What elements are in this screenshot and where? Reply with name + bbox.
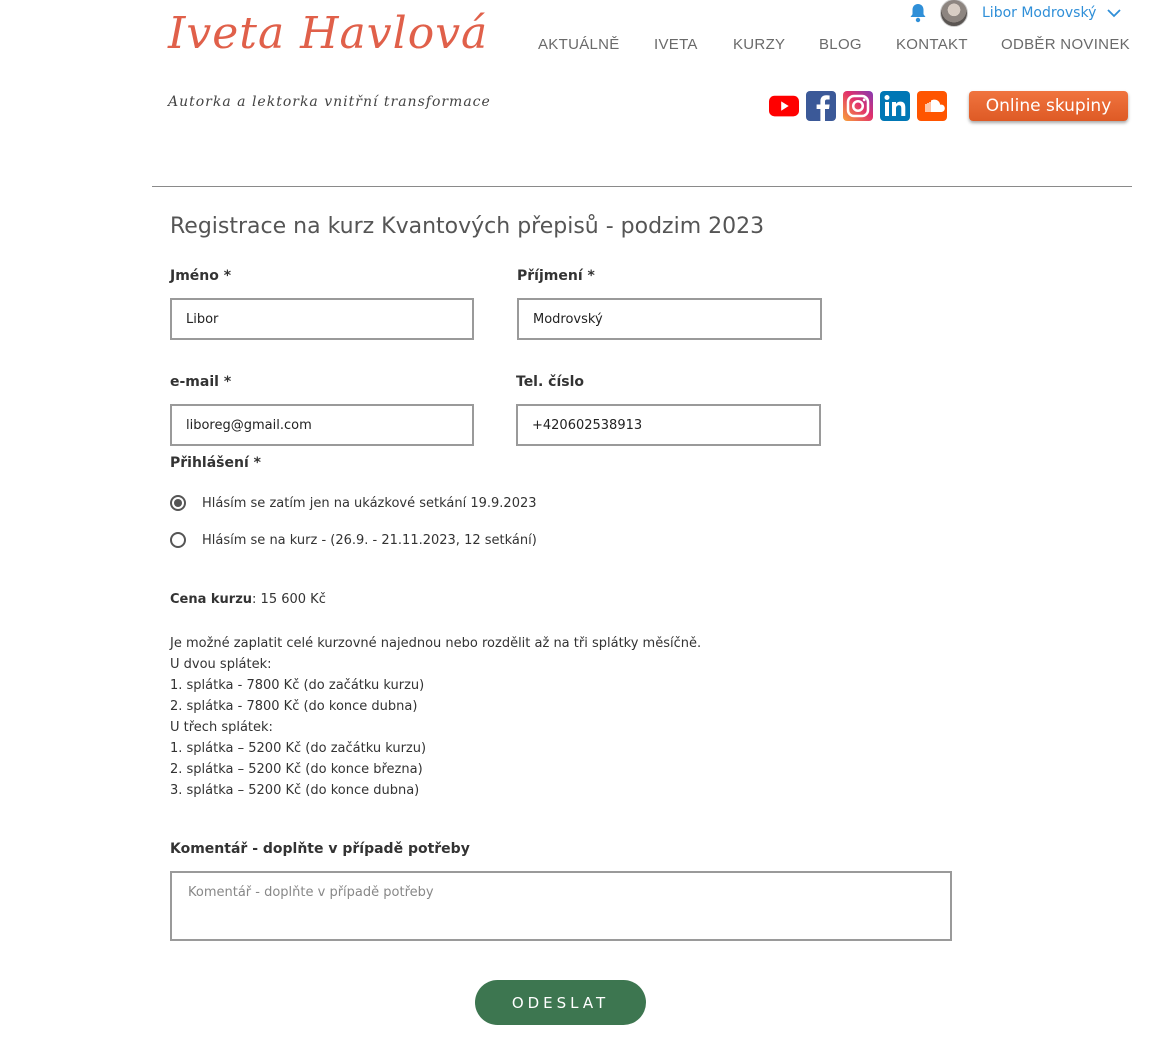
facebook-icon[interactable] [806, 91, 836, 121]
last-name-label: Příjmení * [517, 268, 595, 284]
info-line: 2. splátka – 5200 Kč (do konce března) [170, 762, 423, 777]
nav-item-blog[interactable]: BLOG [819, 36, 862, 53]
chevron-down-icon[interactable] [1106, 5, 1122, 21]
signup-label: Přihlášení * [170, 455, 261, 471]
bell-icon[interactable] [908, 1, 928, 25]
nav-item-kontakt[interactable]: KONTAKT [896, 36, 968, 53]
page-title: Registrace na kurz Kvantových přepisů - … [170, 214, 765, 239]
nav-item-aktualne[interactable]: AKTUÁLNĚ [538, 36, 620, 53]
info-line: 2. splátka - 7800 Kč (do konce dubna) [170, 699, 418, 714]
info-line: 1. splátka - 7800 Kč (do začátku kurzu) [170, 678, 425, 693]
last-name-field[interactable] [517, 298, 822, 340]
signup-option-course[interactable]: Hlásím se na kurz - (26.9. - 21.11.2023,… [170, 529, 537, 551]
soundcloud-icon[interactable] [917, 91, 947, 121]
payment-info: Je možné zaplatit celé kurzovné najednou… [170, 633, 701, 801]
site-tagline: Autorka a lektorka vnitřní transformace [168, 94, 491, 110]
header-divider [152, 186, 1132, 187]
signup-option-trial[interactable]: Hlásím se zatím jen na ukázkové setkání … [170, 492, 537, 514]
signup-option-label: Hlásím se zatím jen na ukázkové setkání … [202, 495, 537, 511]
info-line: U třech splátek: [170, 720, 273, 735]
phone-label: Tel. číslo [516, 374, 585, 390]
site-logo[interactable]: Iveta Havlová [168, 8, 488, 59]
nav-item-kurzy[interactable]: KURZY [733, 36, 785, 53]
course-price: Cena kurzu: 15 600 Kč [170, 592, 326, 607]
price-label: Cena kurzu [170, 592, 253, 607]
nav-item-odber-novinek[interactable]: ODBĚR NOVINEK [1001, 36, 1130, 53]
price-value: : 15 600 Kč [252, 592, 326, 607]
info-line: Je možné zaplatit celé kurzovné najednou… [170, 636, 702, 651]
submit-button[interactable]: ODESLAT [475, 980, 646, 1025]
user-name-link[interactable]: Libor Modrovský [982, 5, 1096, 21]
info-line: 1. splátka – 5200 Kč (do začátku kurzu) [170, 741, 427, 756]
comment-label: Komentář - doplňte v případě potřeby [170, 841, 470, 857]
first-name-field[interactable] [170, 298, 474, 340]
nav-item-iveta[interactable]: IVETA [654, 36, 698, 53]
linkedin-icon[interactable] [880, 91, 910, 121]
user-bar: Libor Modrovský [908, 0, 1122, 27]
youtube-icon[interactable] [769, 91, 799, 121]
online-groups-button[interactable]: Online skupiny [969, 91, 1128, 121]
info-line: U dvou splátek: [170, 657, 272, 672]
avatar[interactable] [940, 0, 968, 27]
instagram-icon[interactable] [843, 91, 873, 121]
signup-option-label: Hlásím se na kurz - (26.9. - 21.11.2023,… [202, 532, 537, 548]
email-field[interactable] [170, 404, 474, 446]
info-line: 3. splátka – 5200 Kč (do konce dubna) [170, 783, 420, 798]
phone-field[interactable] [516, 404, 821, 446]
comment-field[interactable] [170, 871, 952, 941]
radio-selected[interactable] [170, 495, 186, 511]
radio-unselected[interactable] [170, 532, 186, 548]
first-name-label: Jméno * [170, 268, 232, 284]
email-label: e-mail * [170, 374, 232, 390]
